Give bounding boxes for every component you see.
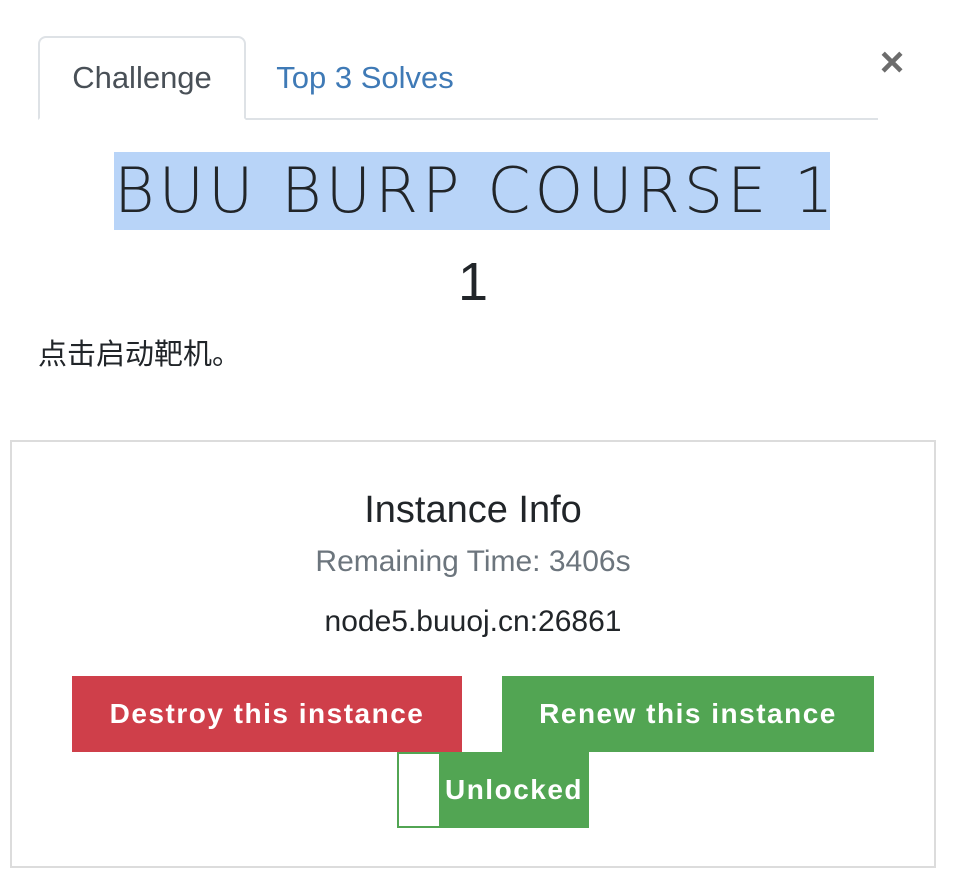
close-icon[interactable]: × bbox=[872, 40, 912, 84]
lock-status-label: Unlocked bbox=[441, 754, 587, 826]
tab-top-3-solves[interactable]: Top 3 Solves bbox=[252, 36, 478, 120]
challenge-value: 1 bbox=[457, 252, 489, 312]
destroy-instance-button[interactable]: Destroy this instance bbox=[72, 676, 462, 752]
lock-toggle[interactable]: Unlocked bbox=[397, 752, 589, 828]
tab-challenge[interactable]: Challenge bbox=[38, 36, 246, 120]
instance-info-panel: Instance Info Remaining Time: 3406s node… bbox=[10, 440, 936, 868]
remaining-time: Remaining Time: 3406s bbox=[315, 545, 631, 578]
challenge-description: 点击启动靶机。 bbox=[38, 337, 242, 371]
challenge-name: BUU BURP COURSE 1 bbox=[114, 152, 833, 230]
challenge-tabs: Challenge Top 3 Solves bbox=[38, 36, 878, 120]
toggle-knob bbox=[399, 754, 441, 826]
instance-host: node5.buuoj.cn:26861 bbox=[324, 605, 622, 638]
instance-info-title: Instance Info bbox=[364, 489, 582, 531]
renew-instance-button[interactable]: Renew this instance bbox=[502, 676, 874, 752]
